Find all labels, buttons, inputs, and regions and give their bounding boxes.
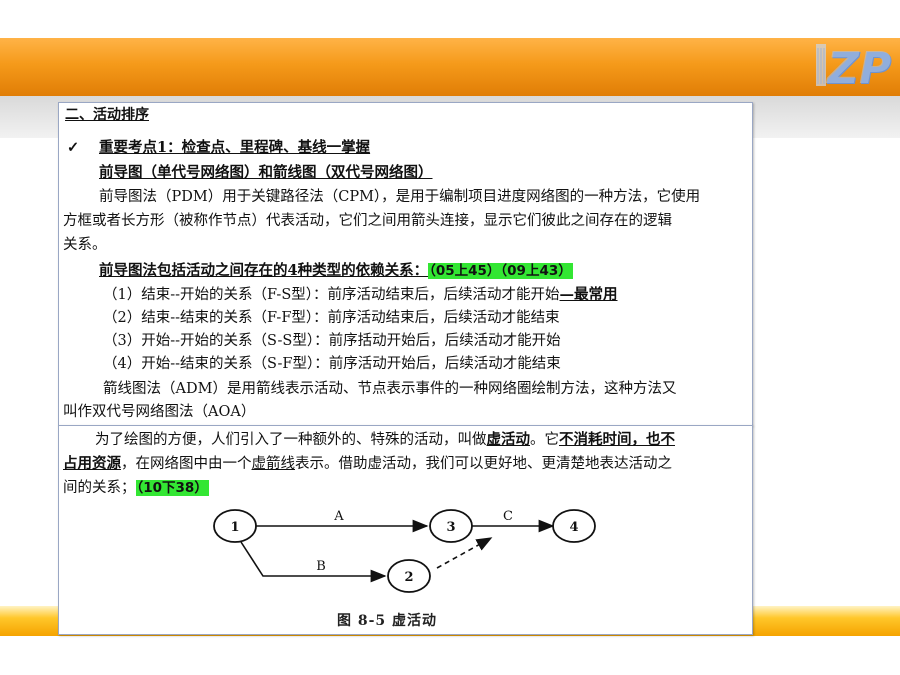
dependency-sf: （4）开始--结束的关系（S-F型）：前序活动开始后，后续活动才能结束 <box>103 356 561 372</box>
zp-logo: ZP ZP <box>816 43 892 90</box>
dependency-ss: （3）开始--开始的关系（S-S型）：前序括动开始后，后续活动才能开始 <box>103 333 561 349</box>
para2-line2: 叫作双代号网络图法（AOA） <box>63 404 256 420</box>
edge-dummy <box>436 537 493 569</box>
p2-text: ，在网络图中由一个 <box>121 456 252 472</box>
subheading: 前导图（单代号网络图）和箭线图（双代号网络图） <box>99 164 433 181</box>
dependency-ff: （2）结束--结束的关系（F-F型）：前序活动结束后，后续活动才能结束 <box>103 310 560 326</box>
dummy-arrow-term: 虚箭线 <box>251 456 296 472</box>
p2-text: 表示。借助虚活动，我们可以更好地、更清楚地表达活动之 <box>295 456 672 472</box>
header-band <box>0 38 900 96</box>
edge-b <box>240 541 387 583</box>
dependency-fs: （1）结束--开始的关系（F-S型）：前序活动结束后，后续活动才能开始 <box>103 287 560 303</box>
no-resource-term: 占用资源 <box>63 455 121 472</box>
svg-text:ZP: ZP <box>825 43 891 90</box>
p2-text: 。它 <box>530 432 559 448</box>
edge-b-label: B <box>316 559 326 574</box>
dependency-heading: 前导图法包括活动之间存在的4种类型的依赖关系： <box>99 262 429 279</box>
most-common-note: —最常用 <box>559 286 618 303</box>
para1-line3: 关系。 <box>63 237 107 253</box>
pdm-text-panel: 二、活动排序 ✓ 重要考点1：检查点、里程碑、基线一掌握 前导图（单代号网络图）… <box>58 102 753 426</box>
edge-c-label: C <box>503 509 513 524</box>
network-diagram: 1 2 3 4 A C B <box>213 509 596 593</box>
section-heading: 二、活动排序 <box>65 107 149 123</box>
check-icon: ✓ <box>67 139 80 156</box>
node-2-label: 2 <box>404 570 413 585</box>
para1-line1: 前导图法（PDM）用于关键路径法（CPM），是用于编制项目进度网络图的一种方法，… <box>99 189 701 205</box>
node-4-label: 4 <box>569 520 578 535</box>
para2-line1: 箭线图法（ADM）是用箭线表示活动、节点表示事件的一种网络圈绘制方法，这种方法又 <box>103 381 677 397</box>
exam-ref-highlight: （10下38） <box>135 480 209 496</box>
p2-text: 间的关系； <box>63 480 136 496</box>
figure-caption: 图 8-5 虚活动 <box>337 613 438 629</box>
exam-ref-highlight: （05上45）（09上43） <box>428 263 573 279</box>
node-3-label: 3 <box>446 520 455 535</box>
edge-a-label: A <box>333 509 344 524</box>
node-1-label: 1 <box>230 520 239 535</box>
key-point: 重要考点1：检查点、里程碑、基线一掌握 <box>99 139 371 156</box>
para1-line2: 方框或者长方形（被称作节点）代表活动，它们之间用箭头连接，显示它们彼此之间存在的… <box>63 213 672 229</box>
no-time-term: 不消耗时间，也不 <box>559 431 675 448</box>
dummy-activity-term: 虚活动 <box>486 431 531 448</box>
p2-text: 为了绘图的方便，人们引入了一种额外的、特殊的活动，叫做 <box>95 432 487 448</box>
dummy-activity-panel: 为了绘图的方便，人们引入了一种额外的、特殊的活动，叫做虚活动。它不消耗时间，也不… <box>58 425 753 635</box>
